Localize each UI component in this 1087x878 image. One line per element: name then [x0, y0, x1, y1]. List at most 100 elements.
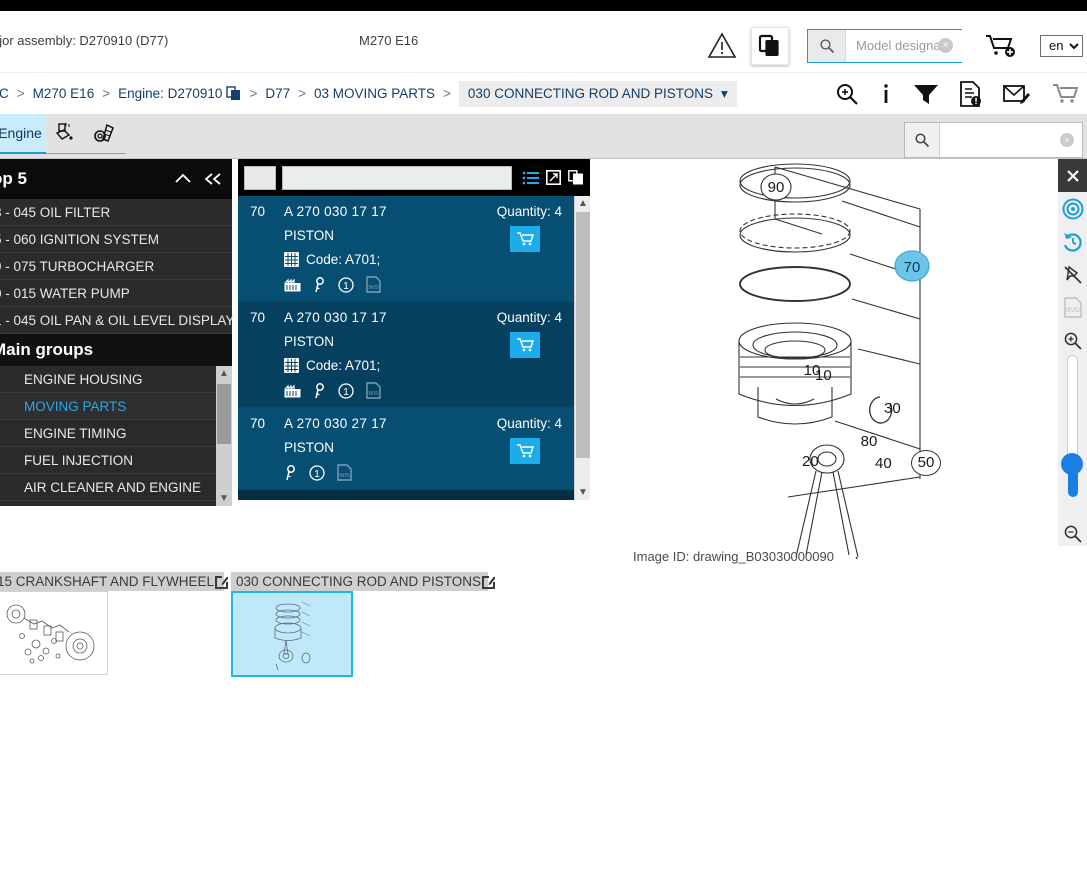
table-row[interactable]: 70 A 270 030 17 17 PISTON Code: A701; 1 … [238, 196, 590, 302]
add-part-to-cart-button[interactable] [510, 226, 540, 252]
scroll-up-arrow[interactable]: ▲ [577, 198, 589, 209]
chevron-down-icon[interactable]: ▾ [721, 86, 728, 102]
factory-barcode-icon[interactable] [284, 384, 301, 398]
breadcrumb-item-moving-parts[interactable]: 03 MOVING PARTS [314, 86, 435, 101]
zoom-slider-thumb[interactable] [1061, 453, 1083, 475]
breadcrumb-item-model[interactable]: M270 E16 [33, 86, 95, 101]
part-name: PISTON [284, 440, 335, 455]
scrollbar-thumb[interactable] [576, 212, 590, 458]
thumbnail-crankshaft[interactable]: 15 CRANKSHAFT AND FLYWHEEL [0, 572, 229, 675]
expand-icon[interactable] [546, 170, 561, 185]
tab-hardware[interactable] [86, 114, 126, 154]
language-select[interactable]: en [1040, 34, 1083, 57]
technical-drawing-viewer[interactable]: 90 70 80 10 10 30 40 20 50 [590, 159, 1087, 559]
secondary-search-box[interactable]: × [904, 122, 1083, 158]
circled-one-icon[interactable]: 1 [338, 382, 354, 399]
grid-table-icon[interactable] [284, 252, 299, 267]
main-group-item-air-cleaner[interactable]: 9 AIR CLEANER AND ENGINE [0, 474, 232, 501]
chevron-up-icon[interactable] [174, 172, 192, 186]
wis-document-icon[interactable]: WIS [337, 464, 352, 481]
main-group-item-moving-parts[interactable]: 3 MOVING PARTS [0, 393, 232, 420]
scroll-down-arrow[interactable]: ▼ [577, 487, 589, 498]
table-row[interactable]: 70 A 270 030 17 17 PISTON Code: A701; 1 … [238, 302, 590, 408]
main-group-item-engine-timing[interactable]: 5 ENGINE TIMING [0, 420, 232, 447]
thumbnail-image[interactable] [231, 591, 353, 677]
factory-barcode-icon[interactable] [284, 278, 301, 292]
clear-icon[interactable]: × [1060, 133, 1074, 147]
cart-icon[interactable] [1051, 82, 1081, 106]
list-view-icon[interactable] [522, 171, 539, 185]
target-focus-icon[interactable] [1058, 192, 1087, 225]
top5-title: op 5 [0, 169, 27, 188]
search-icon[interactable] [808, 29, 846, 62]
add-part-to-cart-button[interactable] [510, 332, 540, 358]
thumbnail-image[interactable] [0, 591, 108, 675]
wis-document-icon[interactable]: WIS [366, 276, 381, 293]
zoom-in-icon[interactable] [835, 82, 859, 106]
add-part-to-cart-button[interactable] [510, 438, 540, 464]
key-icon[interactable] [313, 382, 326, 399]
thumbnail-label[interactable]: 15 CRANKSHAFT AND FLYWHEEL [0, 572, 229, 591]
close-icon[interactable] [1058, 159, 1087, 192]
copy-icon[interactable] [568, 170, 584, 185]
main-group-item-fuel-injection[interactable]: 7 FUEL INJECTION [0, 447, 232, 474]
svg-text:1: 1 [314, 469, 320, 480]
circled-one-icon[interactable]: 1 [338, 276, 354, 293]
scroll-up-arrow[interactable]: ▲ [218, 368, 230, 379]
scrollbar-thumb[interactable] [217, 384, 231, 444]
main-group-item-engine-housing[interactable]: 1 ENGINE HOUSING [0, 366, 232, 393]
zoom-out-icon[interactable] [1058, 517, 1087, 550]
table-row[interactable]: 70 A 270 030 27 17 PISTON 1 WIS Quantity… [238, 408, 590, 490]
clear-search-icon[interactable]: × [938, 38, 953, 53]
thumbnail-label[interactable]: 030 CONNECTING ROD AND PISTONS [231, 572, 496, 591]
tab-engine[interactable]: Engine [0, 114, 46, 154]
key-icon[interactable] [313, 276, 326, 293]
model-search-box[interactable]: × [807, 28, 962, 63]
tab-paint[interactable] [46, 114, 86, 154]
top5-item[interactable]: 0 - 015 WATER PUMP [0, 280, 232, 307]
viewer-toolbar: SVG [1058, 159, 1087, 546]
main-group-item-air-cleaner-line2[interactable]: CHARGING [0, 501, 232, 506]
zoom-in-icon[interactable] [1058, 324, 1087, 357]
group-label: FUEL INJECTION [24, 452, 134, 468]
parts-list-scrollbar[interactable]: ▲ ▼ [574, 196, 590, 500]
callout-90: 90 [768, 179, 785, 196]
parts-filter-input[interactable] [282, 165, 512, 190]
part-number: A 270 030 17 17 [284, 310, 387, 325]
breadcrumb-item-pc[interactable]: PC [0, 86, 9, 101]
edit-icon[interactable] [481, 575, 496, 589]
top5-item[interactable]: 9 - 075 TURBOCHARGER [0, 253, 232, 280]
wis-document-icon[interactable]: WIS [366, 382, 381, 399]
document-alert-icon[interactable] [959, 80, 983, 107]
breadcrumb-item-engine[interactable]: Engine: D270910 [118, 86, 222, 101]
breadcrumb-current-dropdown[interactable]: 030 CONNECTING ROD AND PISTONS ▾ [458, 80, 737, 107]
key-icon[interactable] [284, 464, 297, 481]
group-label: MOVING PARTS [24, 398, 127, 414]
header-icon-group: × en [707, 22, 1087, 69]
unpin-icon[interactable] [1058, 258, 1087, 291]
parts-filter-toggle[interactable] [244, 165, 276, 190]
copy-documents-icon[interactable] [751, 26, 789, 65]
search-icon[interactable] [905, 123, 940, 157]
grid-table-icon[interactable] [284, 358, 299, 373]
secondary-search-input[interactable] [940, 123, 1060, 157]
history-undo-icon[interactable] [1058, 225, 1087, 258]
edit-icon[interactable] [214, 575, 229, 589]
part-action-icons: 1 WIS [284, 382, 590, 399]
scroll-down-arrow[interactable]: ▼ [218, 493, 230, 504]
double-chevron-left-icon[interactable] [204, 172, 224, 186]
group-number: 5 [0, 426, 6, 441]
breadcrumb-item-d77[interactable]: D77 [265, 86, 290, 101]
mail-edit-icon[interactable] [1003, 82, 1031, 106]
circled-one-icon[interactable]: 1 [309, 464, 325, 481]
thumbnail-connecting-rod[interactable]: 030 CONNECTING ROD AND PISTONS [231, 572, 496, 677]
top5-item[interactable]: 5 - 060 IGNITION SYSTEM [0, 226, 232, 253]
top5-item[interactable]: 8 - 045 OIL FILTER [0, 199, 232, 226]
warning-triangle-icon[interactable] [707, 32, 737, 59]
top5-item[interactable]: 1 - 045 OIL PAN & OIL LEVEL DISPLAY [0, 307, 234, 334]
copy-icon[interactable] [226, 86, 241, 101]
filter-icon[interactable] [913, 82, 939, 106]
info-icon[interactable] [879, 82, 893, 106]
add-to-cart-icon[interactable] [984, 32, 1018, 60]
main-groups-scrollbar[interactable]: ▲ ▼ [216, 366, 232, 506]
